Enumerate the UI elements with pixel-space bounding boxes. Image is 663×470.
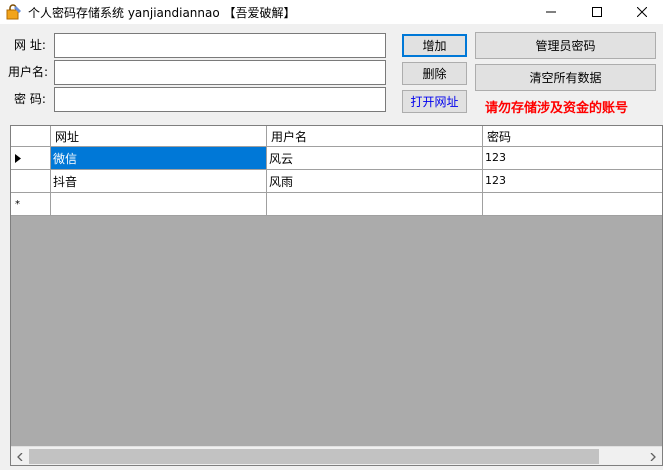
url-label: 网 址:	[14, 38, 46, 52]
chevron-right-icon	[650, 452, 656, 461]
row-header[interactable]	[11, 170, 51, 193]
table-cell-url[interactable]: 抖音	[51, 170, 267, 193]
password-label: 密 码:	[14, 92, 46, 106]
grid-corner	[11, 126, 51, 147]
minimize-icon	[546, 11, 556, 13]
row-header-current[interactable]	[11, 147, 51, 170]
password-input[interactable]	[54, 87, 386, 112]
scrollbar-thumb[interactable]	[29, 449, 599, 464]
chevron-left-icon	[17, 452, 23, 461]
table-cell-url[interactable]: 微信	[51, 147, 267, 170]
horizontal-scrollbar[interactable]	[11, 446, 662, 465]
window-title: 个人密码存储系统 yanjiandiannao 【吾爱破解】	[28, 6, 296, 20]
new-row-cell-username[interactable]	[267, 193, 483, 216]
table-cell-password[interactable]: 123	[483, 147, 662, 170]
clear-all-data-button[interactable]: 清空所有数据	[475, 64, 656, 91]
close-icon	[636, 7, 647, 17]
new-row-cell-password[interactable]	[483, 193, 662, 216]
column-header-password[interactable]: 密码	[483, 126, 662, 147]
column-header-username[interactable]: 用户名	[267, 126, 483, 147]
admin-password-button[interactable]: 管理员密码	[475, 32, 656, 59]
column-header-url[interactable]: 网址	[51, 126, 267, 147]
table-cell-username[interactable]: 风云	[267, 147, 483, 170]
username-label: 用户名:	[8, 65, 49, 79]
data-grid[interactable]: 网址 用户名 密码 微信 风云 123 抖音 风雨 123 *	[10, 125, 663, 466]
add-button[interactable]: 增加	[402, 34, 467, 57]
minimize-button[interactable]	[528, 0, 574, 24]
scroll-left-button[interactable]	[11, 447, 29, 465]
table-cell-username[interactable]: 风雨	[267, 170, 483, 193]
delete-button[interactable]: 删除	[402, 62, 467, 85]
table-cell-password[interactable]: 123	[483, 170, 662, 193]
username-input[interactable]	[54, 60, 386, 85]
maximize-icon	[592, 7, 602, 17]
app-icon	[6, 4, 22, 20]
scroll-right-button[interactable]	[644, 447, 662, 465]
open-url-button[interactable]: 打开网址	[402, 90, 467, 113]
new-row-cell-url[interactable]	[51, 193, 267, 216]
maximize-button[interactable]	[574, 0, 620, 24]
current-row-arrow-icon	[15, 153, 21, 163]
url-input[interactable]	[54, 33, 386, 58]
close-button[interactable]	[620, 0, 663, 24]
warning-text: 请勿存储涉及资金的账号	[485, 101, 629, 116]
new-row-marker[interactable]: *	[11, 193, 51, 216]
